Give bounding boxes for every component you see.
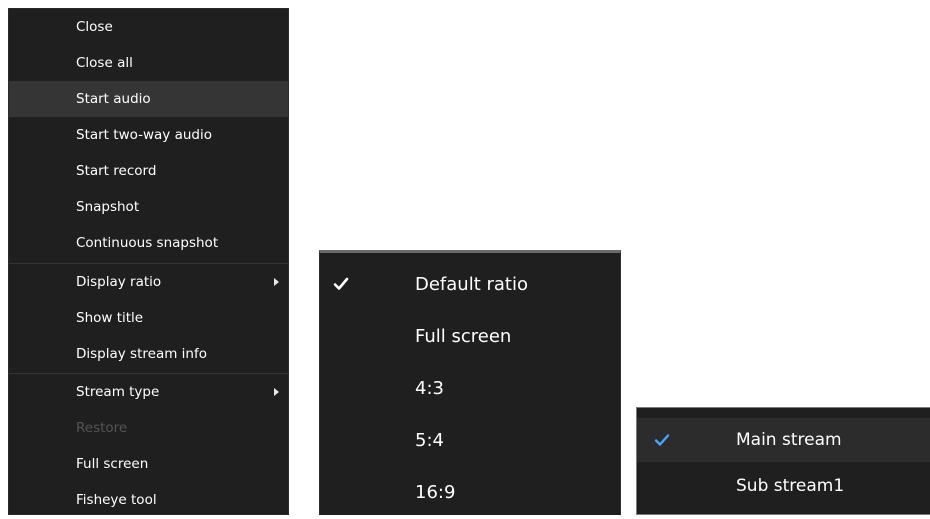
context-menu: Close Close all Start audio Start two-wa… xyxy=(8,8,289,515)
menu-item-display-stream-info[interactable]: Display stream info xyxy=(9,336,288,372)
chevron-right-icon xyxy=(274,278,279,286)
checkmark-icon xyxy=(654,434,670,446)
ratio-item-16-9[interactable]: 16:9 xyxy=(320,467,620,519)
menu-item-label: Snapshot xyxy=(76,199,140,215)
menu-item-fisheye-tool[interactable]: Fisheye tool xyxy=(9,482,288,518)
menu-item-show-title[interactable]: Show title xyxy=(9,300,288,336)
ratio-item-label: 5:4 xyxy=(415,430,444,451)
checkmark-icon xyxy=(333,277,349,290)
menu-item-label: Continuous snapshot xyxy=(76,235,219,251)
menu-item-label: Close xyxy=(76,19,113,35)
stream-item-label: Sub stream1 xyxy=(736,476,845,496)
menu-item-label: Start audio xyxy=(76,91,151,107)
menu-item-label: Full screen xyxy=(76,456,149,472)
stream-item-label: Main stream xyxy=(736,430,842,450)
menu-item-stream-type[interactable]: Stream type xyxy=(9,374,288,410)
ratio-item-5-4[interactable]: 5:4 xyxy=(320,415,620,467)
ratio-item-default[interactable]: Default ratio xyxy=(320,259,620,311)
menu-item-close-all[interactable]: Close all xyxy=(9,45,288,81)
ratio-item-label: Default ratio xyxy=(415,274,528,295)
menu-item-restore[interactable]: Restore xyxy=(9,410,288,446)
menu-item-start-audio[interactable]: Start audio xyxy=(9,81,288,117)
menu-item-label: Display ratio xyxy=(76,274,162,290)
menu-item-start-record[interactable]: Start record xyxy=(9,153,288,189)
menu-item-label: Fisheye tool xyxy=(76,492,157,508)
menu-item-label: Start record xyxy=(76,163,157,179)
stream-item-sub1[interactable]: Sub stream1 xyxy=(637,464,930,508)
menu-item-label: Close all xyxy=(76,55,133,71)
menu-item-label: Start two-way audio xyxy=(76,127,212,143)
menu-item-label: Restore xyxy=(76,420,128,436)
ratio-item-full-screen[interactable]: Full screen xyxy=(320,311,620,363)
menu-item-label: Show title xyxy=(76,310,144,326)
ratio-item-label: 4:3 xyxy=(415,378,444,399)
menu-item-label: Display stream info xyxy=(76,346,207,362)
menu-item-snapshot[interactable]: Snapshot xyxy=(9,189,288,225)
chevron-right-icon xyxy=(274,388,279,396)
stream-type-submenu: Main stream Sub stream1 xyxy=(636,407,930,515)
display-ratio-submenu: Default ratio Full screen 4:3 5:4 16:9 xyxy=(319,250,621,515)
ratio-item-label: Full screen xyxy=(415,326,512,347)
ratio-item-4-3[interactable]: 4:3 xyxy=(320,363,620,415)
menu-item-continuous-snapshot[interactable]: Continuous snapshot xyxy=(9,225,288,261)
stream-item-main[interactable]: Main stream xyxy=(637,418,930,462)
menu-item-close[interactable]: Close xyxy=(9,9,288,45)
ratio-item-label: 16:9 xyxy=(415,482,456,503)
menu-item-label: Stream type xyxy=(76,384,160,400)
menu-item-start-two-way-audio[interactable]: Start two-way audio xyxy=(9,117,288,153)
menu-item-display-ratio[interactable]: Display ratio xyxy=(9,264,288,300)
menu-item-full-screen[interactable]: Full screen xyxy=(9,446,288,482)
